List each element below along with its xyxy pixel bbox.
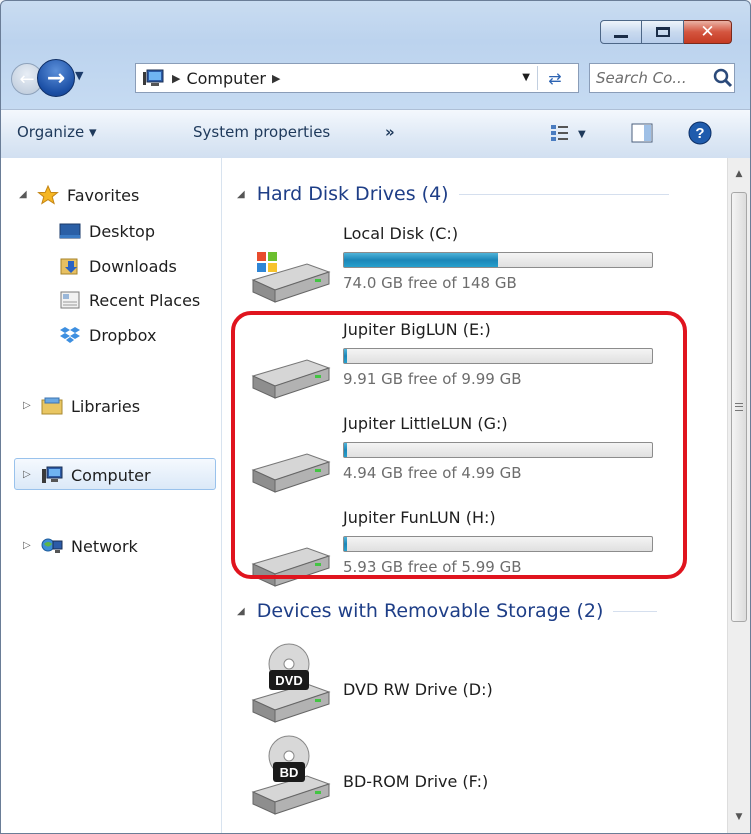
breadcrumb-chevron-icon[interactable]: ▶ <box>272 72 280 85</box>
dvd-badge: DVD <box>275 673 302 688</box>
recent-pages-dropdown[interactable]: ▼ <box>75 69 83 82</box>
drive-name: DVD RW Drive (D:) <box>343 680 493 699</box>
sidebar-item-dropbox[interactable]: Dropbox <box>59 320 156 350</box>
sidebar-item-label: Libraries <box>71 396 141 416</box>
forward-button[interactable]: → <box>37 59 75 97</box>
sidebar-item-label: Dropbox <box>89 325 157 345</box>
sidebar-item-recent-places[interactable]: Recent Places <box>59 285 200 315</box>
system-drive-icon <box>251 252 331 303</box>
content-area: ◢ Favorites Desktop Downloads Recent Pla… <box>1 158 750 833</box>
dvd-drive-icon: DVD <box>251 643 331 723</box>
maximize-button[interactable] <box>642 20 684 44</box>
bd-drive-icon: BD <box>251 735 331 815</box>
drive-item-local-disk[interactable]: Local Disk (C:) 74.0 GB free of 148 GB <box>247 224 667 306</box>
vertical-scrollbar[interactable]: ▲ ▼ <box>727 158 750 833</box>
sidebar-item-downloads[interactable]: Downloads <box>59 251 177 281</box>
scroll-down-icon[interactable]: ▼ <box>728 807 750 827</box>
group-title: Devices with Removable Storage (2) <box>256 600 604 622</box>
svg-text:?: ? <box>695 125 704 142</box>
hard-disk-drives-header[interactable]: ◢ Hard Disk Drives (4) <box>237 180 669 208</box>
breadcrumb-computer[interactable]: Computer <box>186 69 266 88</box>
expand-triangle-icon[interactable]: ▷ <box>23 400 31 411</box>
help-icon[interactable]: ? <box>688 121 712 145</box>
more-commands-button[interactable]: » <box>385 123 395 141</box>
sidebar-item-network[interactable]: ▷ Network <box>23 531 138 561</box>
usage-bar <box>343 252 653 268</box>
back-arrow-icon: ← <box>19 68 35 90</box>
refresh-icon: ⇄ <box>548 68 562 88</box>
sidebar-item-label: Recent Places <box>89 290 201 310</box>
drive-name: BD-ROM Drive (F:) <box>343 772 489 791</box>
address-history-dropdown[interactable]: ▼ <box>522 72 530 83</box>
drive-item-dvd-rw[interactable]: DVD DVD RW Drive (D:) <box>247 642 667 726</box>
sidebar-item-label: Network <box>71 536 138 556</box>
dropbox-icon <box>60 327 80 343</box>
view-options-dropdown-icon[interactable]: ▼ <box>578 129 586 140</box>
collapse-triangle-icon[interactable]: ◢ <box>237 606 245 617</box>
sidebar-item-computer[interactable]: ▷ Computer <box>23 460 151 490</box>
navigation-bar: ← → ▼ ▶ Computer ▶ ▼ ⇄ Search Co... <box>1 56 750 100</box>
expand-triangle-icon[interactable]: ▷ <box>23 540 31 551</box>
scrollbar-thumb[interactable] <box>731 192 747 622</box>
minimize-icon <box>614 34 628 38</box>
sidebar-item-label: Computer <box>71 465 151 485</box>
removable-storage-header[interactable]: ◢ Devices with Removable Storage (2) <box>237 597 658 625</box>
expand-triangle-icon[interactable]: ▷ <box>23 469 31 480</box>
organize-button[interactable]: Organize ▾ <box>17 123 97 141</box>
sidebar-item-libraries[interactable]: ▷ Libraries <box>23 391 140 421</box>
refresh-button[interactable]: ⇄ <box>537 66 572 90</box>
explorer-window: ✕ ← → ▼ ▶ Computer ▶ ▼ ⇄ Search Co... Or… <box>0 0 751 834</box>
maximize-icon <box>655 27 670 37</box>
collapse-triangle-icon[interactable]: ◢ <box>19 189 27 200</box>
grip-icon <box>735 403 743 411</box>
scroll-up-icon[interactable]: ▲ <box>728 164 750 184</box>
breadcrumb-separator-icon[interactable]: ▶ <box>172 72 180 85</box>
computer-icon <box>143 69 164 86</box>
star-icon <box>37 185 59 205</box>
caption-buttons: ✕ <box>600 20 732 44</box>
free-space-label: 74.0 GB free of 148 GB <box>343 274 517 292</box>
drive-name: Local Disk (C:) <box>343 224 459 243</box>
collapse-triangle-icon[interactable]: ◢ <box>237 189 245 200</box>
drives-pane: ◢ Hard Disk Drives (4) Local Disk (C:) 7… <box>223 158 727 833</box>
usage-bar-fill <box>344 253 498 267</box>
sidebar-item-label: Favorites <box>67 185 140 205</box>
sidebar-item-desktop[interactable]: Desktop <box>59 216 155 246</box>
group-divider <box>458 193 669 195</box>
forward-arrow-icon: → <box>46 65 66 91</box>
sidebar-item-label: Downloads <box>89 256 177 276</box>
computer-icon <box>42 466 63 483</box>
network-icon <box>41 538 63 553</box>
desktop-icon <box>59 223 81 239</box>
search-icon[interactable] <box>712 67 734 89</box>
address-bar[interactable]: ▶ Computer ▶ ▼ ⇄ <box>135 63 579 93</box>
libraries-icon <box>41 397 63 415</box>
group-title: Hard Disk Drives (4) <box>256 183 449 205</box>
group-divider <box>613 610 658 612</box>
command-bar: Organize ▾ System properties » ▼ ? <box>1 109 750 159</box>
recent-places-icon <box>60 291 80 309</box>
bd-badge: BD <box>280 765 299 780</box>
sidebar-item-favorites[interactable]: ◢ Favorites <box>19 180 139 210</box>
preview-pane-icon[interactable] <box>631 123 653 143</box>
change-view-icon[interactable] <box>549 122 571 144</box>
close-icon: ✕ <box>700 21 715 42</box>
sidebar-item-label: Desktop <box>89 221 155 241</box>
search-box[interactable]: Search Co... <box>589 63 735 93</box>
drive-item-bd-rom[interactable]: BD BD-ROM Drive (F:) <box>247 734 667 818</box>
minimize-button[interactable] <box>600 20 642 44</box>
annotation-highlight-box <box>231 311 687 579</box>
downloads-icon <box>60 258 78 275</box>
search-input[interactable]: Search Co... <box>596 69 712 87</box>
navigation-pane: ◢ Favorites Desktop Downloads Recent Pla… <box>1 158 222 833</box>
close-button[interactable]: ✕ <box>684 20 732 44</box>
system-properties-button[interactable]: System properties <box>193 123 330 141</box>
